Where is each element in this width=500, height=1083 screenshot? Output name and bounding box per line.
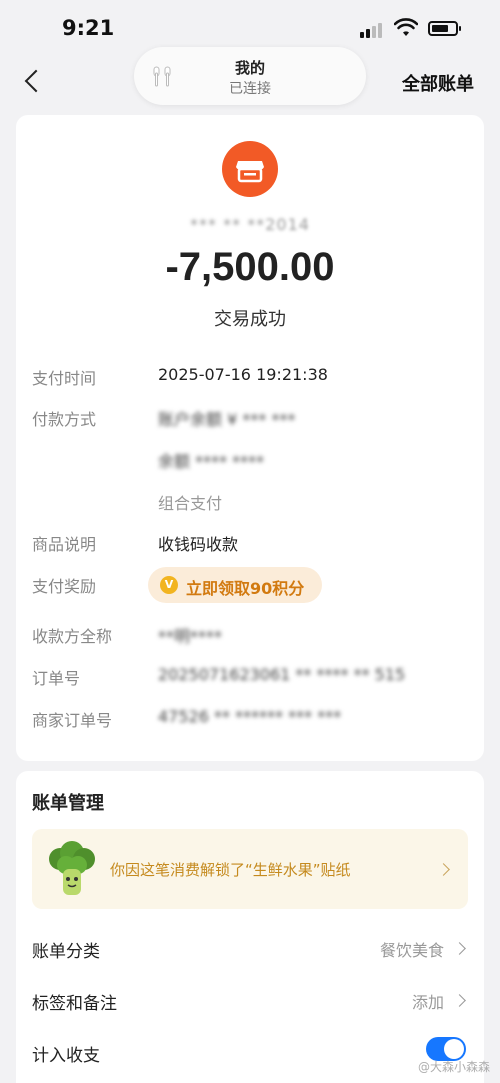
wifi-icon (394, 18, 418, 36)
row-value: 餐饮美食 (379, 941, 444, 960)
row-value: 添加 (411, 993, 444, 1012)
chevron-right-icon (437, 863, 450, 876)
row-label: 账单分类 (32, 942, 100, 962)
value-pay-time: 2025-07-16 19:21:38 (158, 365, 328, 384)
chevron-right-icon (453, 942, 466, 955)
bill-management-card: 账单管理 你因这笔消费解锁了“生鲜水果”贴纸 账单分类 餐饮美食 标签和备注 添… (16, 771, 484, 1083)
device-title: 我的 (234, 59, 265, 77)
transaction-card: *** ** **2014 -7,500.00 交易成功 支付时间 2025-0… (16, 115, 484, 761)
value-pay-method-2: 余额 **** **** (158, 452, 265, 471)
row-bill-category[interactable]: 账单分类 餐饮美食 (32, 929, 468, 969)
reward-text: 立即领取90积分 (186, 579, 305, 598)
label-pay-reward: 支付奖励 (32, 577, 97, 596)
chevron-right-icon (453, 994, 466, 1007)
broccoli-sticker-icon (49, 841, 95, 895)
label-pay-method: 付款方式 (32, 410, 97, 429)
row-label: 标签和备注 (32, 994, 117, 1014)
row-label: 计入收支 (32, 1046, 100, 1066)
label-payee-name: 收款方全称 (32, 627, 113, 646)
row-count-in-budget: 计入收支 (32, 1033, 468, 1073)
transaction-status: 交易成功 (214, 309, 286, 330)
label-merchant-order-no: 商家订单号 (32, 711, 113, 730)
back-button[interactable] (18, 64, 48, 98)
amount: -7,500.00 (165, 245, 335, 289)
battery-icon (428, 21, 461, 36)
value-merchant-order-no: 47526 ** ****** *** *** (158, 707, 342, 726)
cellular-signal-icon (360, 22, 386, 38)
label-pay-time: 支付时间 (32, 369, 97, 388)
shop-icon (222, 141, 278, 197)
watermark: @大森小森森 (417, 1060, 490, 1074)
reward-claim-button[interactable]: V 立即领取90积分 (148, 567, 322, 603)
all-bills-link[interactable]: 全部账单 (402, 70, 474, 96)
device-status: 已连接 (229, 81, 271, 97)
value-order-no: 2025071623061 ** **** ** 515 (158, 665, 406, 684)
payee-masked: *** ** **2014 (190, 215, 310, 234)
sticker-text: 你因这笔消费解锁了“生鲜水果”贴纸 (110, 861, 351, 879)
row-tags-notes[interactable]: 标签和备注 添加 (32, 981, 468, 1021)
airpods-connection-pill[interactable]: 我的 已连接 (134, 47, 366, 105)
label-order-no: 订单号 (32, 669, 81, 688)
value-product-desc: 收钱码收款 (158, 535, 239, 554)
points-coin-icon: V (160, 576, 178, 594)
sticker-banner[interactable]: 你因这笔消费解锁了“生鲜水果”贴纸 (32, 829, 468, 909)
section-title: 账单管理 (32, 793, 104, 814)
status-time: 9:21 (62, 16, 115, 40)
value-pay-method-1: 账户余额 ¥ *** *** (158, 410, 296, 429)
label-product-desc: 商品说明 (32, 535, 97, 554)
value-pay-method-combined: 组合支付 (158, 494, 223, 513)
value-payee-name: **明**** (158, 627, 223, 646)
